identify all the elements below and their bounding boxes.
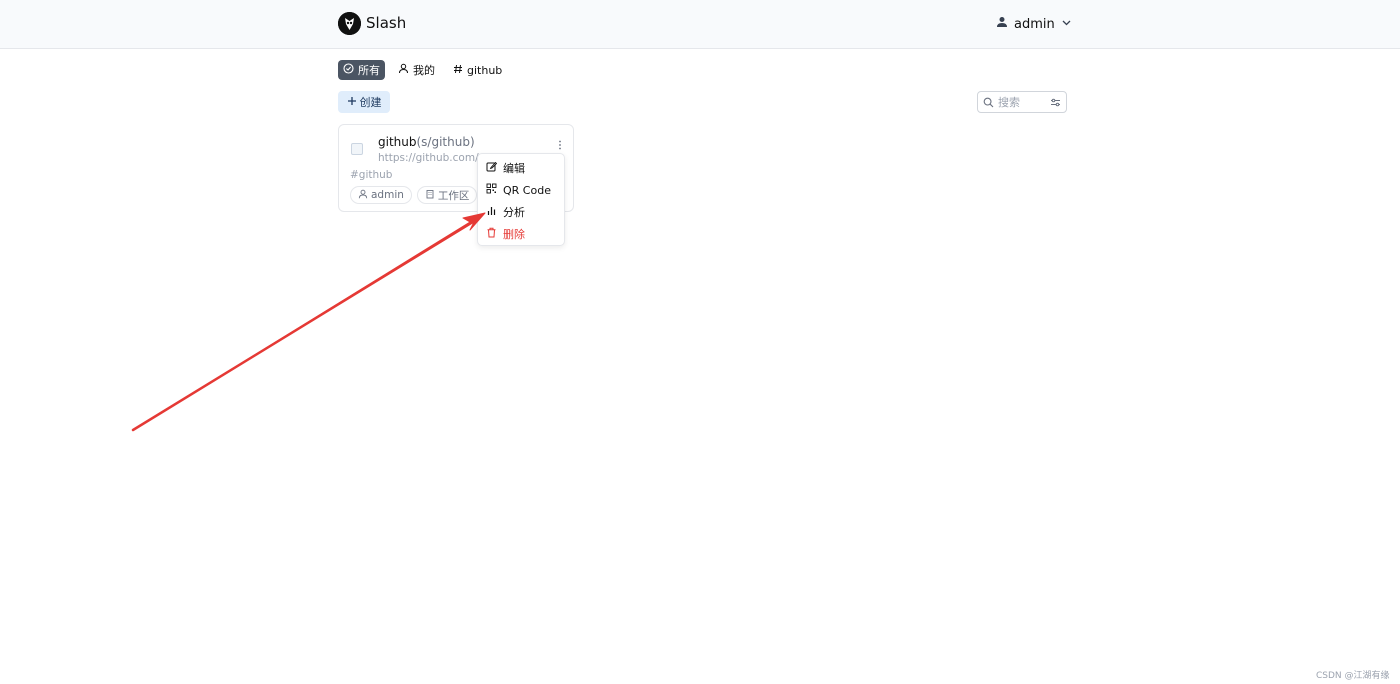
building-icon: [425, 189, 435, 202]
shortcut-name: github: [378, 135, 417, 149]
menu-item-edit[interactable]: 编辑: [478, 157, 564, 179]
edit-icon: [486, 161, 498, 175]
more-vertical-icon: [558, 136, 562, 155]
trash-icon: [486, 227, 497, 241]
watermark: CSDN @江湖有缘: [1316, 671, 1390, 681]
menu-item-label: 分析: [503, 206, 525, 219]
creator-name: admin: [371, 189, 404, 201]
user-icon: [996, 16, 1008, 32]
user-name: admin: [1014, 16, 1055, 32]
user-menu[interactable]: admin: [996, 14, 1072, 34]
check-circle-icon: [343, 63, 354, 77]
search-input[interactable]: [998, 95, 1042, 109]
hash-icon: [453, 64, 463, 77]
tab-label: 所有: [358, 64, 380, 77]
shortcut-tag[interactable]: #github: [350, 169, 392, 181]
favicon-image-icon: [351, 143, 363, 155]
search-icon: [983, 93, 994, 112]
user-icon: [358, 189, 368, 202]
creator-chip: admin: [350, 186, 412, 204]
slash-logo-icon[interactable]: [338, 12, 361, 35]
tab-label: github: [467, 63, 503, 77]
create-button[interactable]: 创建: [338, 91, 390, 113]
menu-item-label: 编辑: [503, 162, 525, 175]
visibility-label: 工作区: [437, 189, 470, 202]
tab-github[interactable]: github: [448, 60, 507, 80]
chevron-down-icon: [1061, 17, 1072, 32]
annotation-arrow: [131, 212, 486, 432]
user-icon: [398, 63, 409, 77]
menu-item-delete[interactable]: 删除: [478, 223, 564, 245]
tab-mine[interactable]: 我的: [393, 60, 440, 80]
filter-tabs: 所有 我的 github: [338, 60, 507, 80]
shortcut-actions-menu: 编辑 QR Code 分析 删除: [477, 153, 565, 246]
app-header: Slash admin: [0, 0, 1400, 49]
shortcut-slug: (s/github): [416, 135, 475, 149]
visibility-chip: 工作区: [416, 186, 478, 204]
menu-item-qr-code[interactable]: QR Code: [478, 179, 564, 201]
tab-all[interactable]: 所有: [338, 60, 385, 80]
menu-item-label: QR Code: [503, 183, 551, 197]
menu-item-analytics[interactable]: 分析: [478, 201, 564, 223]
shortcut-url[interactable]: https://github.com/: [378, 152, 479, 164]
shortcut-meta: admin 工作区: [350, 186, 478, 204]
filter-settings-icon[interactable]: [1050, 93, 1061, 112]
search-box[interactable]: [977, 91, 1067, 113]
plus-icon: [347, 96, 357, 109]
app-title[interactable]: Slash: [366, 14, 406, 32]
more-actions-button[interactable]: [554, 137, 566, 153]
qr-code-icon: [486, 183, 497, 197]
menu-item-label: 删除: [503, 228, 525, 241]
shortcut-title[interactable]: github(s/github): [378, 135, 475, 149]
bar-chart-icon: [486, 205, 497, 219]
create-label: 创建: [359, 96, 382, 109]
tab-label: 我的: [413, 64, 435, 77]
